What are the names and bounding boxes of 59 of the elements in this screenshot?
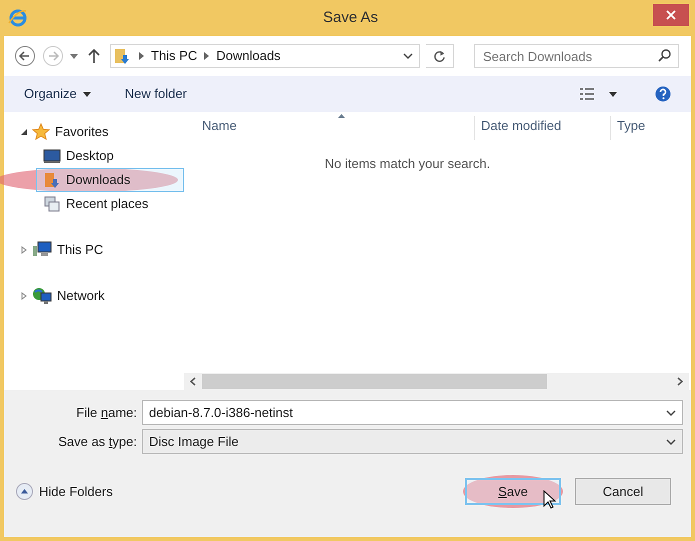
field-label: File name: — [75, 404, 138, 422]
horizontal-scrollbar[interactable] — [184, 373, 689, 390]
chevron-right-icon — [139, 52, 144, 60]
refresh-icon — [433, 50, 446, 62]
expand-arrow-icon[interactable] — [20, 246, 28, 254]
address-bar[interactable]: This PC Downloads — [110, 44, 420, 68]
chevron-down-icon[interactable] — [403, 53, 413, 59]
file-name-field[interactable]: debian-8.7.0-i386-netinst — [142, 400, 683, 425]
dropdown-arrow-icon[interactable] — [70, 54, 78, 58]
breadcrumb-item[interactable]: Downloads — [216, 46, 281, 66]
scroll-left-icon[interactable] — [190, 377, 196, 386]
search-icon — [658, 49, 671, 62]
dialog-button[interactable]: Cancel — [575, 478, 671, 505]
monitor-icon — [43, 148, 61, 164]
up-arrow-icon[interactable] — [88, 48, 100, 64]
dialog-button[interactable]: Save — [465, 478, 561, 505]
column-header[interactable]: Type — [610, 116, 691, 140]
folder-download-icon — [114, 47, 132, 65]
sidebar-item[interactable]: Downloads — [36, 168, 184, 192]
field-label: Save as type: — [57, 432, 138, 451]
mouse-cursor-icon — [543, 490, 557, 510]
chevron-down-icon[interactable] — [666, 410, 676, 416]
sidebar-item[interactable]: Favorites — [31, 120, 116, 144]
star-icon — [32, 123, 50, 141]
column-header[interactable]: Date modified — [474, 116, 610, 140]
browser-logo-icon — [8, 8, 28, 28]
chevron-down-icon[interactable] — [666, 438, 676, 444]
sidebar-item[interactable]: This PC — [31, 238, 110, 262]
file-type-dropdown[interactable]: Disc Image File — [142, 429, 683, 454]
close-button[interactable] — [653, 4, 689, 26]
computer-icon — [32, 241, 52, 259]
collapse-up-icon — [16, 483, 33, 500]
back-button-icon[interactable] — [14, 45, 36, 67]
sidebar-item[interactable]: Desktop — [36, 144, 121, 168]
expand-arrow-icon[interactable] — [20, 292, 28, 300]
scrollbar-thumb[interactable] — [202, 374, 547, 389]
sort-arrow-icon — [338, 114, 345, 118]
view-list-icon[interactable] — [579, 88, 595, 100]
search-field[interactable]: Search Downloads — [474, 44, 679, 68]
scroll-right-icon[interactable] — [677, 377, 683, 386]
empty-message: No items match your search. — [324, 155, 490, 173]
column-header[interactable]: Name — [184, 116, 474, 140]
close-icon — [666, 10, 676, 20]
sidebar-item[interactable]: Recent places — [36, 192, 156, 216]
collapse-arrow-icon[interactable] — [20, 128, 28, 136]
caret-icon[interactable] — [609, 92, 617, 96]
sidebar-item[interactable]: Network — [31, 284, 112, 308]
network-icon — [32, 287, 52, 305]
new-folder-button[interactable]: New folder — [124, 84, 187, 104]
organize-button[interactable]: Organize — [24, 84, 91, 104]
help-icon[interactable] — [655, 86, 671, 102]
caret-icon — [82, 92, 91, 96]
hide-folders-button[interactable]: Hide Folders — [16, 482, 113, 502]
refresh-button[interactable] — [426, 44, 454, 68]
chevron-right-icon — [204, 52, 210, 60]
breadcrumb-item[interactable]: This PC — [151, 46, 198, 66]
recent-places-icon — [43, 195, 61, 213]
folder-download-icon — [43, 171, 61, 189]
window-title: Save As — [322, 8, 380, 28]
